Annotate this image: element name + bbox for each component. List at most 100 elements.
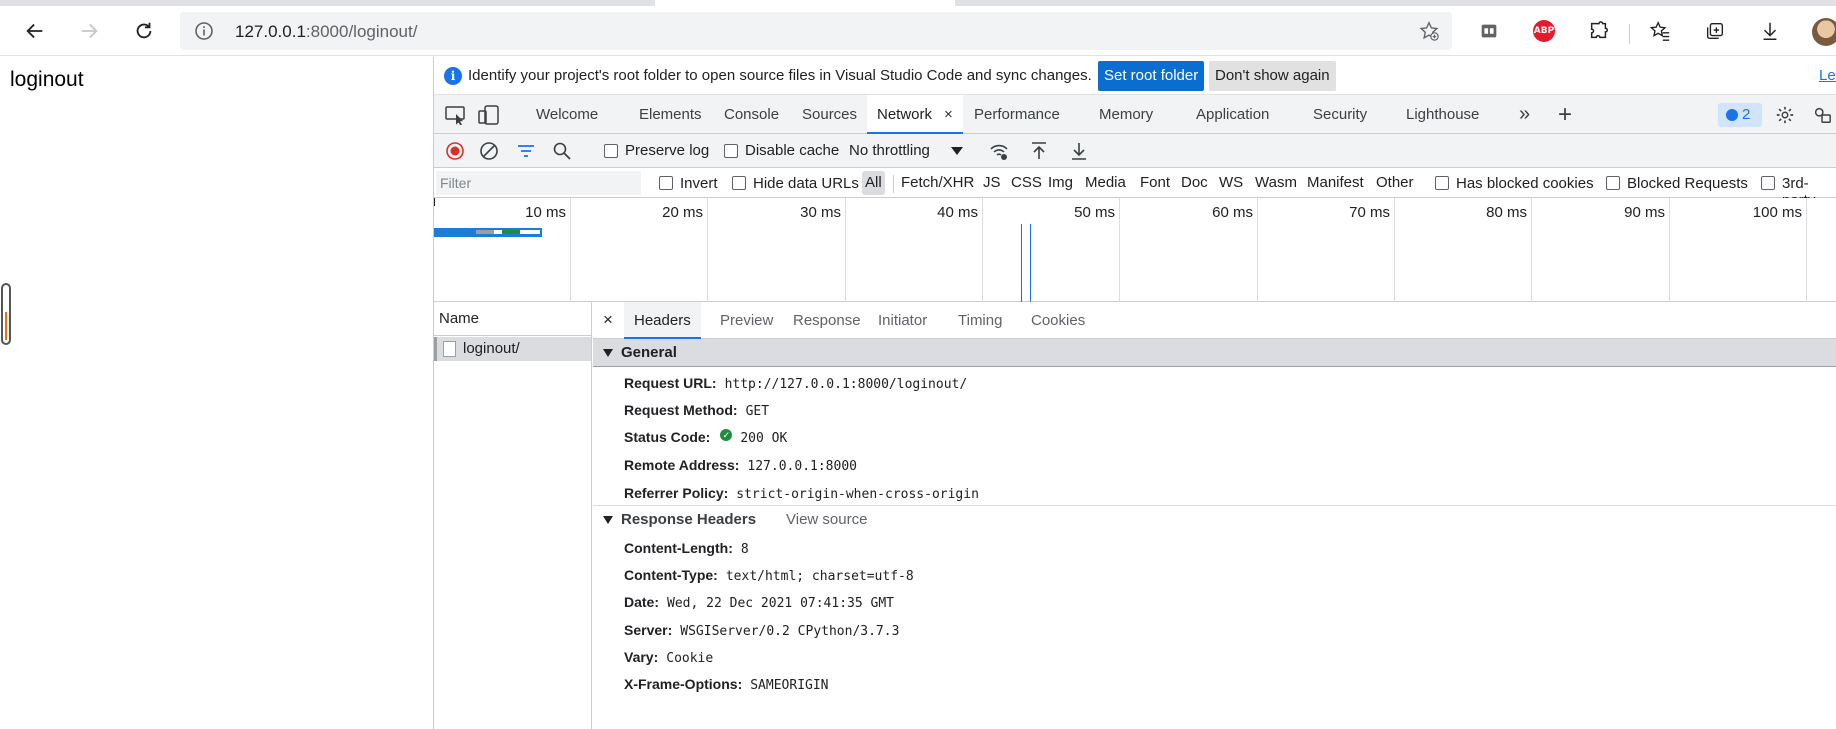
tab-network[interactable]: Network × (867, 95, 963, 134)
learn-more-link[interactable]: Lea (1819, 67, 1836, 84)
general-title: General (621, 344, 677, 361)
scrollbar-thumb[interactable] (1, 283, 11, 345)
throttling-select[interactable]: No throttling (841, 138, 967, 164)
dont-show-again-button[interactable]: Don't show again (1209, 61, 1336, 91)
filter-type-manifest[interactable]: Manifest (1304, 171, 1367, 195)
header-value: 127.0.0.1:8000 (747, 459, 857, 474)
filter-type-fetch-xhr[interactable]: Fetch/XHR (898, 171, 977, 195)
tab-application[interactable]: Application (1196, 95, 1269, 134)
tab-lighthouse[interactable]: Lighthouse (1406, 95, 1479, 134)
tab-memory[interactable]: Memory (1099, 95, 1153, 134)
extensions-icon[interactable] (1586, 18, 1612, 44)
filter-type-js[interactable]: JS (980, 171, 1004, 195)
search-icon[interactable] (552, 141, 572, 161)
name-column-header[interactable]: Name (434, 302, 591, 336)
settings-gear-icon[interactable] (1774, 105, 1796, 125)
close-icon[interactable]: × (603, 310, 613, 330)
chevron-down-icon (951, 147, 963, 155)
header-row: Server: WSGIServer/0.2 CPython/3.7.3 (624, 622, 899, 639)
favorites-icon[interactable] (1647, 18, 1673, 44)
filter-type-css[interactable]: CSS (1008, 171, 1045, 195)
network-conditions-icon[interactable] (989, 141, 1009, 161)
disable-cache-checkbox[interactable] (724, 144, 738, 158)
tab-console[interactable]: Console (724, 95, 779, 134)
header-value: Wed, 22 Dec 2021 07:41:35 GMT (667, 596, 894, 611)
filter-type-all[interactable]: All (862, 171, 885, 195)
status-ok-icon: ✓ (720, 429, 733, 441)
request-row[interactable]: loginout/ (434, 337, 591, 361)
inspect-element-icon[interactable] (445, 105, 467, 125)
blocked-requests-label: Blocked Requests (1627, 175, 1748, 192)
tab-close-icon[interactable]: × (944, 106, 953, 123)
add-tab-icon[interactable]: + (1558, 95, 1572, 134)
tab-sources[interactable]: Sources (802, 95, 857, 134)
filter-type-font[interactable]: Font (1137, 171, 1173, 195)
adblock-plus-icon[interactable]: ABP (1531, 18, 1557, 44)
tab-timing[interactable]: Timing (958, 302, 1002, 339)
header-value: Cookie (666, 651, 714, 666)
filter-type-media[interactable]: Media (1082, 171, 1129, 195)
grid-line (1394, 198, 1395, 302)
site-info-icon[interactable] (194, 21, 214, 41)
header-key: Vary: (624, 649, 659, 665)
issues-badge[interactable]: 2 (1718, 103, 1762, 127)
export-har-icon[interactable] (1069, 141, 1089, 161)
preserve-log-checkbox[interactable] (604, 144, 618, 158)
reload-icon[interactable] (127, 14, 161, 48)
filter-icon[interactable] (516, 141, 536, 161)
back-icon[interactable] (18, 14, 52, 48)
import-har-icon[interactable] (1029, 141, 1049, 161)
response-headers-section-header[interactable]: Response Headers View source (593, 505, 1836, 533)
tab-response[interactable]: Response (793, 302, 861, 339)
has-blocked-cookies-checkbox[interactable] (1435, 176, 1449, 190)
info-icon: i (444, 67, 462, 85)
favorite-add-icon[interactable] (1418, 20, 1440, 42)
request-name: loginout/ (463, 340, 520, 357)
tab-cookies[interactable]: Cookies (1031, 302, 1085, 339)
hide-data-urls-checkbox[interactable] (732, 176, 746, 190)
header-row: Vary: Cookie (624, 649, 713, 666)
filter-input[interactable] (436, 171, 641, 195)
tab-security[interactable]: Security (1313, 95, 1367, 134)
document-icon (443, 341, 456, 357)
collections-stack-icon[interactable] (1702, 18, 1728, 44)
filter-type-ws[interactable]: WS (1216, 171, 1246, 195)
tab-performance[interactable]: Performance (974, 95, 1060, 134)
tab-welcome[interactable]: Welcome (536, 95, 598, 134)
tab-initiator[interactable]: Initiator (878, 302, 927, 339)
grid-line (1806, 198, 1807, 302)
address-bar[interactable]: 127.0.0.1:8000/loginout/ (180, 12, 1452, 50)
forward-icon[interactable] (72, 14, 106, 48)
profile-avatar[interactable] (1812, 18, 1836, 46)
issues-count: 2 (1742, 106, 1751, 123)
downloads-icon[interactable] (1757, 18, 1783, 44)
filter-type-img[interactable]: Img (1045, 171, 1076, 195)
header-value: text/html; charset=utf-8 (725, 569, 914, 584)
hide-data-urls-label: Hide data URLs (753, 175, 859, 192)
filter-type-other[interactable]: Other (1373, 171, 1417, 195)
header-row: Content-Length: 8 (624, 540, 749, 557)
more-tabs-icon[interactable]: » (1519, 95, 1530, 134)
network-overview[interactable]: 10 ms 20 ms 30 ms 40 ms 50 ms 60 ms 70 m… (434, 198, 1836, 302)
invert-checkbox[interactable] (659, 176, 673, 190)
header-key: Server: (624, 622, 673, 638)
view-source-link[interactable]: View source (786, 506, 867, 534)
clear-icon[interactable] (479, 141, 499, 161)
tick-label: 20 ms (662, 204, 703, 221)
third-party-checkbox[interactable] (1761, 176, 1775, 190)
record-stop-icon[interactable] (445, 141, 465, 161)
tab-elements[interactable]: Elements (639, 95, 702, 134)
network-split-view: Name loginout/ × Headers Preview Respons… (434, 302, 1836, 729)
blocked-requests-checkbox[interactable] (1606, 176, 1620, 190)
filter-type-doc[interactable]: Doc (1178, 171, 1211, 195)
customize-icon[interactable] (1811, 105, 1833, 125)
collections-icon[interactable] (1476, 18, 1502, 44)
tab-preview[interactable]: Preview (720, 302, 773, 339)
tab-headers[interactable]: Headers (624, 302, 701, 339)
general-section-header[interactable]: General (593, 339, 1836, 367)
set-root-folder-button[interactable]: Set root folder (1098, 61, 1205, 91)
infobar-message: Identify your project's root folder to o… (468, 67, 1092, 84)
filter-type-wasm[interactable]: Wasm (1252, 171, 1300, 195)
device-toolbar-icon[interactable] (478, 105, 500, 125)
url-text[interactable]: 127.0.0.1:8000/loginout/ (235, 22, 417, 42)
